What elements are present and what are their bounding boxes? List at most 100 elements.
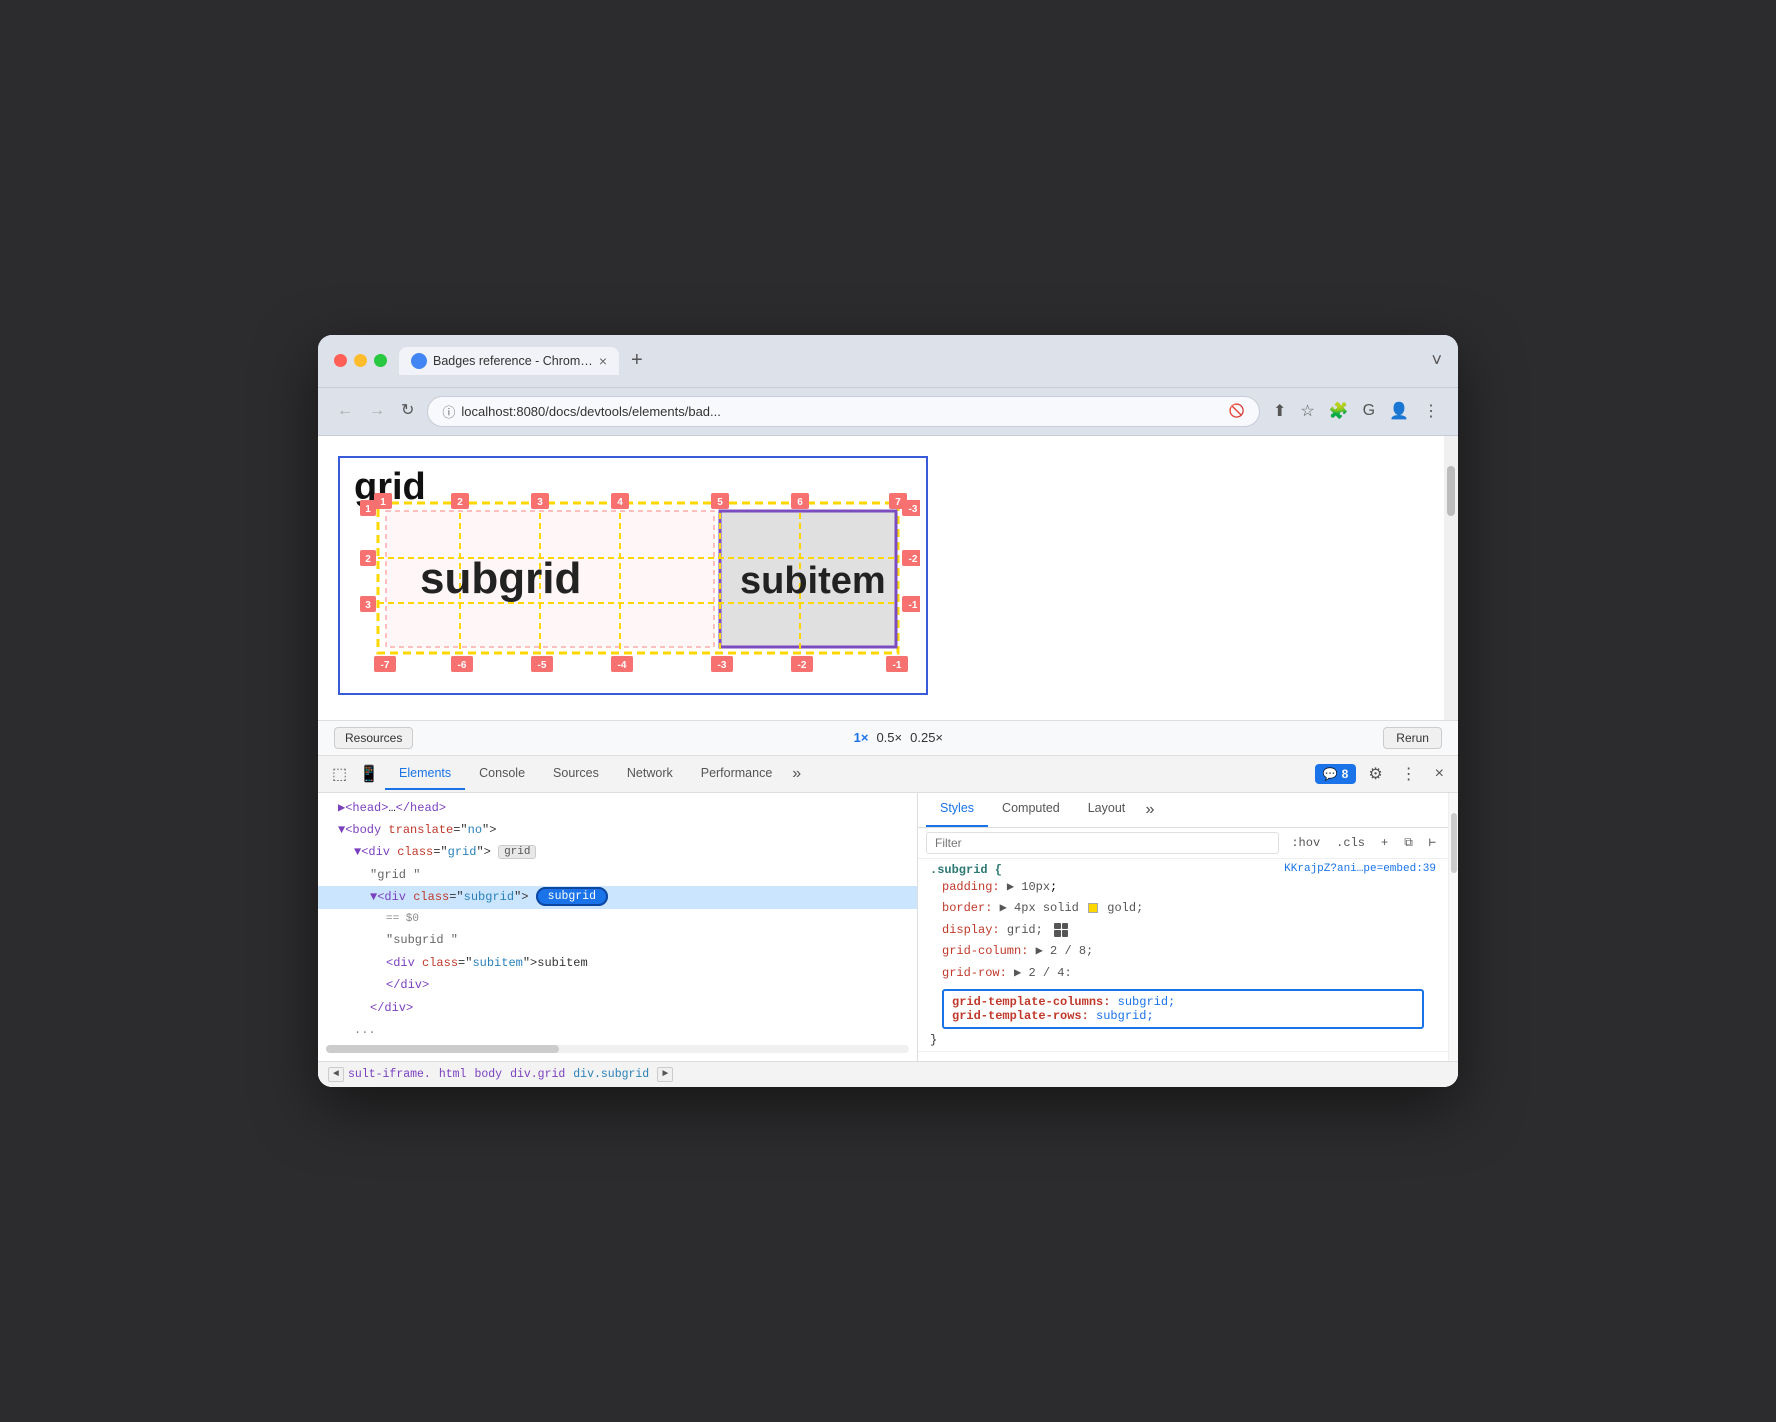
minimize-button[interactable] bbox=[354, 354, 367, 367]
css-prop-grid-row: grid-row: ▶ 2 / 4: bbox=[942, 963, 1436, 985]
breadcrumb-item-iframe[interactable]: sult-iframe. bbox=[348, 1068, 431, 1081]
extensions-icon[interactable]: 🧩 bbox=[1326, 398, 1352, 424]
share-icon[interactable]: ⬆ bbox=[1270, 398, 1289, 424]
svg-text:-6: -6 bbox=[458, 660, 467, 671]
close-button[interactable] bbox=[334, 354, 347, 367]
css-properties: padding: ▶ 10px; border: ▶ 4px solid gol… bbox=[930, 877, 1436, 985]
tab-elements[interactable]: Elements bbox=[385, 758, 465, 790]
html-line-div-subitem: <div class="subitem">subitem bbox=[318, 952, 917, 974]
svg-text:-1: -1 bbox=[909, 600, 918, 611]
tab-console[interactable]: Console bbox=[465, 758, 539, 790]
refresh-button[interactable]: ↻ bbox=[398, 400, 417, 422]
browser-toolbar: ⬆ ☆ 🧩 G 👤 ⋮ bbox=[1270, 398, 1442, 424]
gold-color-swatch[interactable] bbox=[1088, 903, 1098, 913]
highlighted-prop-rows: grid-template-rows: subgrid; bbox=[952, 1009, 1414, 1023]
tab-overflow-button[interactable]: ˅ bbox=[1431, 350, 1442, 371]
google-icon[interactable]: G bbox=[1360, 399, 1378, 423]
tab-close-button[interactable]: × bbox=[599, 354, 607, 368]
ai-chat-badge[interactable]: 💬 8 bbox=[1315, 764, 1357, 784]
svg-text:7: 7 bbox=[895, 497, 901, 508]
resources-button[interactable]: Resources bbox=[334, 727, 413, 749]
subgrid-badge[interactable]: subgrid bbox=[536, 887, 608, 906]
scrollbar-thumb[interactable] bbox=[1447, 466, 1455, 516]
svg-text:-3: -3 bbox=[718, 660, 727, 671]
css-selector: .subgrid { bbox=[930, 863, 1002, 877]
css-prop-display: display: grid; bbox=[942, 920, 1436, 942]
styles-toolbar: :hov .cls + ⧉ ⊢ bbox=[918, 828, 1448, 859]
breadcrumb-right-arrow[interactable]: ► bbox=[657, 1067, 673, 1082]
zoom-0-5x[interactable]: 0.5× bbox=[876, 730, 902, 745]
svg-text:5: 5 bbox=[717, 497, 723, 508]
device-mode-icon[interactable]: 📱 bbox=[353, 756, 385, 792]
breadcrumb-item-divsubgrid[interactable]: div.subgrid bbox=[573, 1068, 649, 1081]
filter-input[interactable] bbox=[926, 832, 1279, 854]
breadcrumb-bar: ◄ sult-iframe. html body div.grid div.su… bbox=[318, 1061, 1458, 1087]
styles-panel: Styles Computed Layout » :hov .cls + ⧉ bbox=[918, 793, 1448, 1062]
address-input[interactable]: ⓘ localhost:8080/docs/devtools/elements/… bbox=[427, 396, 1260, 427]
css-source[interactable]: KKrajpZ?ani…pe=embed:39 bbox=[1284, 863, 1436, 875]
address-bar: ← → ↻ ⓘ localhost:8080/docs/devtools/ele… bbox=[318, 388, 1458, 436]
html-line-div-subgrid[interactable]: ▼<div class="subgrid"> subgrid bbox=[318, 886, 917, 908]
inspect-mode-icon[interactable]: ⬚ bbox=[326, 756, 353, 792]
styles-scrollbar[interactable] bbox=[1448, 793, 1458, 1062]
rerun-button[interactable]: Rerun bbox=[1383, 727, 1442, 749]
breadcrumb-item-divgrid[interactable]: div.grid bbox=[510, 1068, 565, 1081]
grid-visualization: grid bbox=[338, 456, 928, 695]
tab-overflow-icon[interactable]: » bbox=[786, 757, 807, 791]
svg-text:-2: -2 bbox=[909, 554, 918, 565]
svg-text:2: 2 bbox=[457, 497, 463, 508]
forward-button[interactable]: → bbox=[366, 400, 388, 422]
back-button[interactable]: ← bbox=[334, 400, 356, 422]
svg-text:-7: -7 bbox=[381, 660, 390, 671]
devtools-right-controls: 💬 8 ⚙ ⋮ × bbox=[1315, 756, 1450, 792]
html-panel: ▶<head>…</head> ▼<body translate="no"> ▼… bbox=[318, 793, 918, 1062]
breadcrumb-left-arrow[interactable]: ◄ bbox=[328, 1067, 344, 1082]
add-style-button[interactable]: + bbox=[1377, 834, 1392, 852]
new-tab-button[interactable]: + bbox=[625, 347, 649, 374]
breadcrumb-item-body[interactable]: body bbox=[474, 1068, 502, 1081]
tab-performance[interactable]: Performance bbox=[687, 758, 787, 790]
class-button[interactable]: .cls bbox=[1332, 834, 1369, 852]
bookmark-icon[interactable]: ☆ bbox=[1297, 398, 1317, 424]
styles-tab-overflow[interactable]: » bbox=[1139, 793, 1161, 827]
profile-icon[interactable]: 👤 bbox=[1386, 398, 1412, 424]
html-line-equals: == $0 bbox=[318, 909, 917, 930]
html-scrollbar[interactable] bbox=[326, 1045, 909, 1053]
toggle-style-button[interactable]: ⊢ bbox=[1425, 833, 1440, 852]
breadcrumb-item-html[interactable]: html bbox=[439, 1068, 467, 1081]
styles-scrollbar-thumb[interactable] bbox=[1451, 813, 1457, 873]
devtools-main-content: ▶<head>…</head> ▼<body translate="no"> ▼… bbox=[318, 793, 1458, 1062]
active-tab[interactable]: Badges reference - Chrome D × bbox=[399, 347, 619, 375]
more-options-icon[interactable]: ⋮ bbox=[1395, 756, 1423, 792]
tab-network[interactable]: Network bbox=[613, 758, 687, 790]
title-bar: Badges reference - Chrome D × + ˅ bbox=[318, 335, 1458, 388]
zoom-controls: 1× 0.5× 0.25× bbox=[854, 730, 943, 745]
zoom-1x[interactable]: 1× bbox=[854, 730, 869, 745]
css-prop-padding: padding: ▶ 10px; bbox=[942, 877, 1436, 899]
tab-favicon bbox=[411, 353, 427, 369]
highlighted-css-block: grid-template-columns: subgrid; grid-tem… bbox=[942, 989, 1424, 1029]
svg-text:-4: -4 bbox=[618, 660, 627, 671]
html-line-body: ▼<body translate="no"> bbox=[318, 819, 917, 841]
more-menu-icon[interactable]: ⋮ bbox=[1420, 398, 1442, 424]
html-scrollbar-thumb[interactable] bbox=[326, 1045, 559, 1053]
grid-display-icon[interactable] bbox=[1054, 923, 1068, 937]
css-selector-line: .subgrid { KKrajpZ?ani…pe=embed:39 bbox=[930, 863, 1436, 877]
tab-sources[interactable]: Sources bbox=[539, 758, 613, 790]
tab-computed[interactable]: Computed bbox=[988, 793, 1074, 827]
content-area: grid bbox=[318, 436, 1458, 1088]
copy-style-button[interactable]: ⧉ bbox=[1400, 834, 1417, 852]
close-devtools-icon[interactable]: × bbox=[1429, 757, 1450, 791]
tab-layout[interactable]: Layout bbox=[1074, 793, 1140, 827]
traffic-lights bbox=[334, 354, 387, 367]
settings-icon[interactable]: ⚙ bbox=[1362, 756, 1388, 792]
pseudo-state-button[interactable]: :hov bbox=[1287, 834, 1324, 852]
preview-scrollbar[interactable] bbox=[1444, 436, 1458, 720]
zoom-0-25x[interactable]: 0.25× bbox=[910, 730, 943, 745]
grid-svg: 1 2 3 4 5 6 7 bbox=[360, 488, 920, 673]
grid-badge[interactable]: grid bbox=[498, 845, 536, 859]
tab-styles[interactable]: Styles bbox=[926, 793, 988, 827]
html-line-div-close: </div> bbox=[318, 974, 917, 996]
maximize-button[interactable] bbox=[374, 354, 387, 367]
svg-text:subitem: subitem bbox=[740, 560, 886, 602]
